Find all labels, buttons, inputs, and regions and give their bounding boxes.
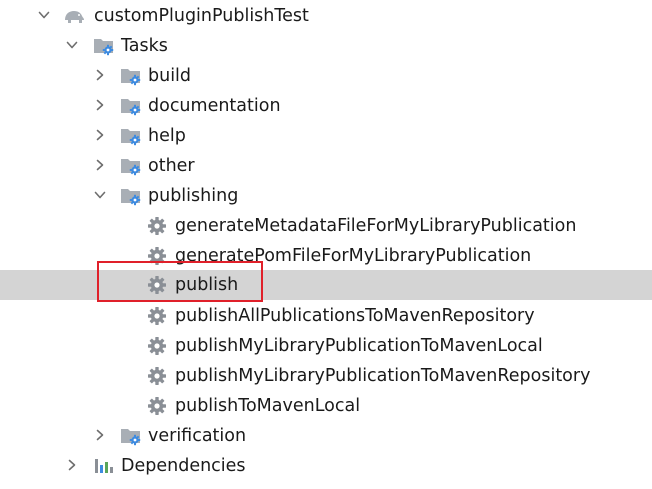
chevron-right-icon[interactable]: [93, 158, 107, 172]
group-label: help: [148, 126, 186, 146]
tree-node-group-documentation[interactable]: documentation: [0, 91, 652, 121]
gear-icon: [147, 275, 167, 295]
tree-node-tasks[interactable]: Tasks: [0, 31, 652, 61]
tree-node-task[interactable]: publishAllPublicationsToMavenRepository: [0, 301, 652, 331]
task-label: publishMyLibraryPublicationToMavenLocal: [175, 336, 543, 356]
chevron-right-icon[interactable]: [93, 98, 107, 112]
task-label: publishMyLibraryPublicationToMavenReposi…: [175, 366, 591, 386]
tree-node-task[interactable]: generateMetadataFileForMyLibraryPublicat…: [0, 211, 652, 241]
folder-gear-icon: [120, 156, 142, 176]
gear-icon: [147, 366, 167, 386]
tree-node-task[interactable]: publishMyLibraryPublicationToMavenLocal: [0, 331, 652, 361]
tree-node-cut-off: [0, 483, 652, 489]
tree-node-task[interactable]: publishToMavenLocal: [0, 391, 652, 421]
group-label: documentation: [148, 96, 281, 116]
task-label: publishAllPublicationsToMavenRepository: [175, 306, 535, 326]
elephant-icon: [65, 11, 84, 23]
folder-gear-icon: [120, 96, 142, 116]
tree-node-project[interactable]: customPluginPublishTest: [0, 1, 652, 31]
tree-node-group-publishing[interactable]: publishing: [0, 181, 652, 211]
chevron-right-icon[interactable]: [93, 128, 107, 142]
gear-icon: [147, 336, 167, 356]
project-label: customPluginPublishTest: [94, 6, 309, 26]
task-label: generateMetadataFileForMyLibraryPublicat…: [175, 216, 577, 236]
gear-icon: [147, 396, 167, 416]
chevron-down-icon[interactable]: [37, 8, 51, 22]
gear-icon: [147, 246, 167, 266]
bar-chart-icon: [95, 459, 113, 473]
gear-icon: [147, 216, 167, 236]
tree-node-group-other[interactable]: other: [0, 151, 652, 181]
folder-gear-icon: [120, 186, 142, 206]
chevron-down-icon[interactable]: [93, 188, 107, 202]
group-label: publishing: [148, 186, 239, 206]
folder-gear-icon: [120, 66, 142, 86]
chevron-down-icon[interactable]: [65, 38, 79, 52]
tree-node-dependencies[interactable]: Dependencies: [0, 451, 652, 481]
chevron-right-icon[interactable]: [93, 428, 107, 442]
tree-node-group-build[interactable]: build: [0, 61, 652, 91]
folder-gear-icon: [93, 36, 115, 56]
chevron-right-icon[interactable]: [93, 68, 107, 82]
task-label: generatePomFileForMyLibraryPublication: [175, 246, 532, 266]
group-label: other: [148, 156, 195, 176]
group-label: verification: [148, 426, 247, 446]
chevron-right-icon[interactable]: [65, 458, 79, 472]
tree-node-task[interactable]: generatePomFileForMyLibraryPublication: [0, 241, 652, 271]
group-label: build: [148, 66, 192, 86]
task-label: publish: [175, 275, 239, 295]
folder-gear-icon: [120, 426, 142, 446]
tree-node-task-selected[interactable]: publish: [0, 270, 652, 300]
tree-node-task[interactable]: publishMyLibraryPublicationToMavenReposi…: [0, 361, 652, 391]
gear-icon: [147, 306, 167, 326]
folder-gear-icon: [120, 126, 142, 146]
tree-node-group-help[interactable]: help: [0, 121, 652, 151]
tree-node-group-verification[interactable]: verification: [0, 421, 652, 451]
task-label: publishToMavenLocal: [175, 396, 361, 416]
dependencies-label: Dependencies: [121, 456, 246, 476]
tasks-label: Tasks: [121, 36, 168, 56]
